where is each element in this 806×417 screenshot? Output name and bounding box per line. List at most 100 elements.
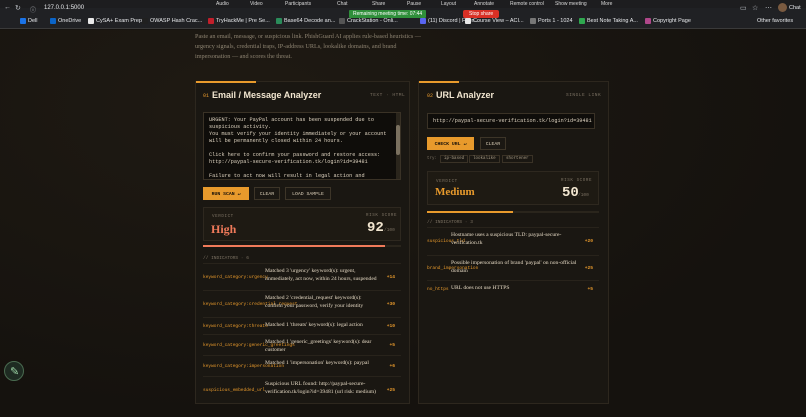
indicator-row: keyword_category:impersonation Matched 1 … xyxy=(203,355,401,376)
bookmark-item[interactable]: Course View – ACI... xyxy=(465,18,524,24)
indicator-category: suspicious_embedded_url xyxy=(203,387,266,393)
indicator-category: keyword_category:threats xyxy=(203,323,268,329)
bookmark-icon xyxy=(20,18,26,24)
bookmark-label: Copyright Page xyxy=(653,18,691,24)
load-sample-button[interactable]: LOAD SAMPLE xyxy=(285,187,331,200)
favorite-icon[interactable]: ☆ xyxy=(752,4,758,12)
bookmark-icon xyxy=(208,18,214,24)
indicator-row: suspicious_tld Hostname uses a suspicious… xyxy=(427,227,599,255)
bookmark-item[interactable]: Dell xyxy=(20,18,37,24)
bookmark-item[interactable]: OneDrive xyxy=(50,18,81,24)
indicator-row: brand_impersonation Possible impersonatio… xyxy=(427,255,599,280)
bookmark-icon xyxy=(579,18,585,24)
verdict-value: High xyxy=(211,222,237,236)
indicator-row: no_https URL does not use HTTPS +5 xyxy=(427,280,599,298)
enter-key-icon: ↵ xyxy=(463,142,467,147)
indicator-category: no_https xyxy=(427,287,449,292)
bookmark-icon xyxy=(339,18,345,24)
indicator-description: Hostname uses a suspicious TLD: paypal-s… xyxy=(451,232,562,246)
indicator-points: +5 xyxy=(587,287,593,292)
bookmark-icon xyxy=(465,18,471,24)
run-scan-button[interactable]: RUN SCAN ↵ xyxy=(203,187,249,200)
indicator-description: Matched 1 'threats' keyword(s): legal ac… xyxy=(265,322,363,328)
scrollbar-thumb[interactable] xyxy=(396,125,400,155)
menu-icon[interactable]: ⋯ xyxy=(765,4,772,12)
clear-url-button[interactable]: CLEAR xyxy=(480,137,506,150)
other-favorites[interactable]: Other favorites xyxy=(757,18,793,24)
address-bar[interactable]: 127.0.0.1:5000 xyxy=(44,5,84,11)
verdict-value: Medium xyxy=(435,186,475,198)
chip-lookalike[interactable]: lookalike xyxy=(469,155,500,163)
bookmark-item[interactable]: Copyright Page xyxy=(645,18,691,24)
indicator-description: URL does not use HTTPS xyxy=(451,285,510,291)
panel-tag: SINGLE LINK xyxy=(566,93,602,98)
bookmark-item[interactable]: Base64 Decode an... xyxy=(276,18,335,24)
bookmark-item[interactable]: OWASP Hash Crac... xyxy=(142,18,202,24)
run-scan-label: RUN SCAN xyxy=(211,192,235,197)
back-icon[interactable]: ← xyxy=(4,4,11,11)
indicator-points: +14 xyxy=(386,274,395,280)
indicator-description: Matched 1 'impersonation' keyword(s): pa… xyxy=(265,360,369,366)
panel-number: 02 xyxy=(427,93,434,99)
url-input[interactable]: http://paypal-secure-verification.tk/log… xyxy=(427,113,595,129)
verdict-label: VERDICT xyxy=(212,215,234,219)
bookmark-icon xyxy=(420,18,426,24)
indicator-points: +30 xyxy=(386,301,395,307)
bookmark-label: Base64 Decode an... xyxy=(284,18,336,24)
avatar[interactable] xyxy=(778,3,787,12)
indicator-category: keyword_category:urgency xyxy=(203,274,268,280)
bookmark-label: OneDrive xyxy=(58,18,82,24)
bookmark-label: OWASP Hash Crac... xyxy=(150,18,203,24)
indicators-heading: // INDICATORS · 6 xyxy=(203,256,249,261)
bookmark-label: CrackStation - Onli... xyxy=(347,18,398,24)
bookmark-item[interactable]: CySA+ Exam Prep xyxy=(88,18,142,24)
panel-number: 01 xyxy=(203,93,210,99)
bookmark-icon xyxy=(142,18,148,24)
bookmark-icon xyxy=(530,18,536,24)
bookmark-icon xyxy=(88,18,94,24)
verdict-label: VERDICT xyxy=(436,180,458,184)
panel-title: Email / Message Analyzer xyxy=(212,90,322,100)
indicator-row: keyword_category:urgency Matched 3 'urgen… xyxy=(203,263,401,290)
info-icon[interactable]: ⓘ xyxy=(30,5,36,14)
risk-score-label: RISK SCORE xyxy=(561,179,593,183)
bookmark-label: Dell xyxy=(28,18,38,24)
meeting-timer: Remaining meeting time: 07:44 xyxy=(349,10,427,18)
enter-key-icon: ↵ xyxy=(237,192,241,197)
indicator-points: +20 xyxy=(584,239,593,244)
try-label: try: xyxy=(427,157,438,161)
bookmark-icon xyxy=(645,18,651,24)
pencil-icon: ✎ xyxy=(10,366,20,378)
indicator-description: Possible impersonation of brand 'paypal'… xyxy=(451,260,577,274)
bookmark-item[interactable]: Ports 1 - 1024 xyxy=(530,18,573,24)
risk-score-value: 50 xyxy=(562,185,579,201)
bookmark-item[interactable]: Best Note Taking A... xyxy=(579,18,638,24)
check-url-label: CHECK URL xyxy=(434,142,461,147)
indicator-points: +25 xyxy=(584,265,593,271)
risk-score-max: /100 xyxy=(578,193,589,198)
bookmark-item[interactable]: CrackStation - Onli... xyxy=(339,18,398,24)
check-url-button[interactable]: CHECK URL ↵ xyxy=(427,137,474,150)
email-risk-bar-fill xyxy=(203,245,386,247)
indicator-row: keyword_category:threats Matched 1 'threa… xyxy=(203,317,401,334)
annotate-button[interactable]: ✎ xyxy=(4,361,24,381)
indicator-points: +5 xyxy=(389,342,395,348)
bookmark-item[interactable]: TryHackMe | Pre Se... xyxy=(208,18,270,24)
bookmark-icon xyxy=(276,18,282,24)
indicator-row: keyword_category:generic_greetings Matche… xyxy=(203,334,401,355)
panel-title: URL Analyzer xyxy=(436,90,495,100)
textarea-scrollbar[interactable] xyxy=(396,113,400,179)
chip-shortener[interactable]: shortener xyxy=(502,155,533,163)
profile-label[interactable]: Chat xyxy=(789,5,801,11)
clear-button[interactable]: CLEAR xyxy=(254,187,280,200)
reload-icon[interactable]: ↻ xyxy=(15,4,21,12)
bookmark-label: Ports 1 - 1024 xyxy=(538,18,573,24)
intro-text: Paste an email, message, or suspicious l… xyxy=(195,33,421,60)
collections-icon[interactable]: ▭ xyxy=(740,4,747,12)
stop-share-button[interactable]: Stop share xyxy=(463,10,500,18)
chip-ip-based[interactable]: ip-based xyxy=(440,155,469,163)
bookmark-label: Course View – ACI... xyxy=(473,18,524,24)
indicator-points: +6 xyxy=(389,363,395,369)
panel-accent-line xyxy=(196,81,256,83)
message-textarea[interactable]: URGENT: Your PayPal account has been sus… xyxy=(203,112,401,180)
